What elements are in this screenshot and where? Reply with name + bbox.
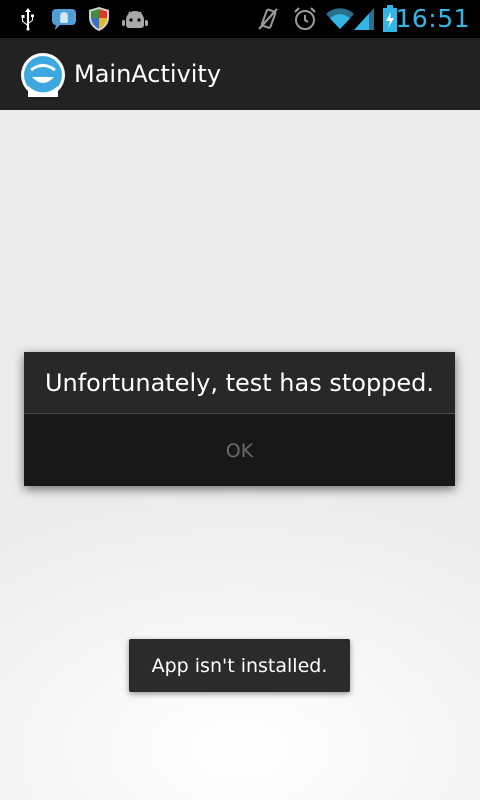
clock-time: 16:51 bbox=[395, 4, 470, 33]
crash-dialog: Unfortunately, test has stopped. OK bbox=[24, 352, 455, 486]
action-bar: MainActivity bbox=[0, 38, 480, 110]
alarm-clock-icon bbox=[291, 5, 319, 33]
android-robot-icon bbox=[121, 5, 149, 33]
toast-message: App isn't installed. bbox=[129, 639, 350, 692]
wifi-icon bbox=[325, 5, 355, 33]
usb-icon bbox=[15, 5, 41, 33]
shield-icon bbox=[87, 5, 111, 33]
muted-vibrate-icon bbox=[255, 5, 281, 33]
signal-icon bbox=[352, 5, 376, 33]
ok-button[interactable]: OK bbox=[24, 414, 455, 486]
dialog-message: Unfortunately, test has stopped. bbox=[44, 369, 435, 397]
status-bar: 16:51 bbox=[0, 0, 480, 38]
chat-bubble-icon bbox=[51, 5, 77, 33]
action-bar-title: MainActivity bbox=[74, 60, 222, 88]
smiley-app-icon[interactable] bbox=[21, 53, 65, 97]
